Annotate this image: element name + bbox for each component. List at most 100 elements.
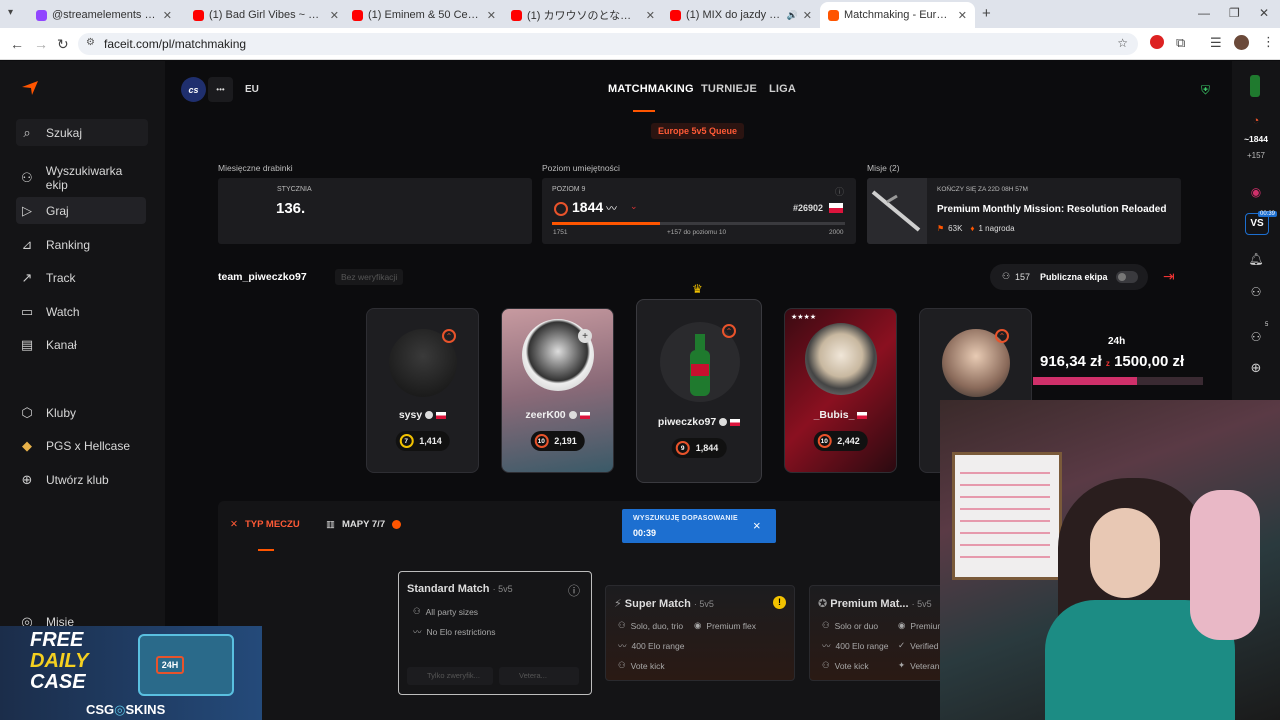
skill-max: 2000 (829, 229, 844, 236)
case-box-image: 24H (138, 634, 234, 696)
tab-matchmaking[interactable]: MATCHMAKING (608, 83, 694, 95)
sidebar-item-track[interactable]: ↗ Track (16, 264, 146, 291)
promo-line: DAILY (30, 650, 89, 672)
tab-tournaments[interactable]: TURNIEJE (701, 83, 757, 95)
info-icon[interactable]: ⓘ (568, 582, 580, 599)
info-icon[interactable]: ⓘ (835, 185, 844, 198)
feed-icon: ▤ (20, 336, 34, 352)
notifications-bell-icon[interactable]: 🔔︎ (1232, 252, 1280, 266)
public-team-toggle[interactable] (1116, 271, 1138, 283)
anti-cheat-shield-icon[interactable]: ⛨ (1201, 83, 1210, 98)
tab-search-icon[interactable]: ▾ (8, 7, 13, 18)
add-friend-icon[interactable]: + (578, 329, 592, 343)
match-feature-text: Vote kick (834, 660, 869, 671)
warning-icon[interactable]: ! (773, 596, 786, 609)
tab-maps[interactable]: ▥ MAPY 7/7 (326, 519, 402, 530)
mission-rewards: ⚑ 63K ♦ 1 nagroda (937, 224, 1015, 233)
sidebar-item-feed[interactable]: ▤ Kanał (16, 331, 146, 358)
match-mode: 5v5 (498, 584, 513, 594)
faceit-logo-icon[interactable] (22, 81, 38, 95)
verification-badge[interactable]: Bez weryfikacji (335, 269, 404, 285)
country-flag-pl (829, 203, 843, 213)
more-games-button[interactable]: ••• (208, 77, 233, 102)
rank-up-icon: ⌃ (995, 329, 1009, 343)
user-avatar[interactable] (1250, 75, 1260, 97)
profile-avatar[interactable] (1234, 35, 1249, 50)
close-icon[interactable]: ✕ (646, 9, 655, 22)
tab-match-type[interactable]: ✕ TYP MECZU (230, 519, 300, 530)
add-icon[interactable]: ⊕ (1232, 360, 1280, 376)
veteran-filter[interactable]: Vetera... (499, 667, 579, 685)
browser-tab[interactable]: (1) MIX do jazdy nocą do 🔊 ✕ (662, 4, 820, 26)
search-placeholder: Szukaj (46, 125, 83, 140)
premium-icon: ◉ (694, 620, 702, 630)
browser-tab-active[interactable]: Matchmaking - Europe 5v5 Que ✕ (820, 2, 975, 28)
site-info-icon[interactable]: ⚙ (86, 37, 95, 48)
reward-icon: ♦ (970, 224, 975, 233)
youtube-icon (352, 9, 363, 21)
leave-team-icon[interactable]: ⇥ (1163, 268, 1175, 285)
sidebar-item-hellcase[interactable]: ◆ PGS x Hellcase (16, 432, 146, 459)
menu-kebab-icon[interactable]: ⋮ (1262, 34, 1275, 50)
bookmark-star-icon[interactable]: ☆ (1117, 36, 1128, 50)
close-icon[interactable]: ✕ (803, 9, 812, 22)
back-icon[interactable]: ← (10, 36, 24, 52)
maps-status-dot (392, 520, 402, 529)
match-title: Super Match (624, 598, 691, 610)
verified-icon: ✓ (898, 640, 906, 650)
close-icon[interactable]: ✕ (330, 9, 339, 22)
skill-level-panel[interactable]: POZIOM 9 ⓘ 1844 〰 ⌄ #26902 1751 +157 do … (542, 178, 856, 244)
chevron-down-icon[interactable]: ⌄ (630, 201, 638, 212)
player-card-self[interactable]: ⌃ piweczko97 9 1,844 (636, 299, 762, 483)
sidebar-item-create-club[interactable]: ⊕ Utwórz klub (16, 466, 146, 493)
search-input[interactable]: ⌕ Szukaj (16, 119, 148, 146)
sidebar-item-team-finder[interactable]: ⚇ Wyszukiwarka ekip (16, 164, 146, 192)
player-card[interactable]: ★★★★ _Bubis_ 10 2,442 (784, 308, 897, 473)
mission-panel[interactable]: KOŃCZY SIĘ ZA 22D 08H 57M Premium Monthl… (867, 178, 1181, 244)
kick-icon: ⚇ (822, 660, 830, 670)
region-selector[interactable]: EU (245, 84, 259, 95)
browser-tab[interactable]: (1) Eminem & 50 Cent - Kill or I ✕ (344, 4, 504, 26)
extension-icon[interactable] (1150, 35, 1164, 49)
player-elo: 1,844 (695, 443, 719, 453)
close-icon[interactable]: ✕ (163, 9, 172, 22)
browser-tab[interactable]: @streamelements mentio ✕ (28, 4, 180, 26)
browser-tab[interactable]: (1) カワウソのとなりで一緒に朝ごは ✕ (503, 4, 663, 26)
forward-icon[interactable]: → (34, 36, 48, 52)
premium-icon: ✪ (818, 598, 828, 610)
premium-match-card[interactable]: ✪ Premium Mat... · 5v5 ⚇ Solo or duo ◉ Pre… (809, 585, 949, 681)
close-window-icon[interactable]: ✕ (1259, 6, 1269, 20)
hub-icon[interactable]: ◉ (1232, 185, 1280, 199)
tab-league[interactable]: LIGA (769, 83, 796, 95)
game-selector[interactable]: cs (181, 77, 206, 102)
team-settings-pill[interactable]: ⚇ 157 Publiczna ekipa (990, 264, 1148, 290)
reload-icon[interactable]: ↻ (57, 36, 69, 53)
sidebar-item-ranking[interactable]: ⊿ Ranking (16, 231, 146, 258)
close-icon[interactable]: ✕ (958, 9, 967, 22)
sidebar-item-label: Watch (46, 304, 80, 319)
sidebar-item-play[interactable]: ▷ Graj (16, 197, 146, 224)
new-tab-button[interactable]: + (982, 5, 991, 22)
standard-match-card[interactable]: Standard Match · 5v5 ⓘ ⚇ All party sizes … (398, 571, 592, 695)
cancel-search-button[interactable]: × (753, 518, 761, 533)
close-icon[interactable]: ✕ (487, 9, 496, 22)
rank-up-icon: ⌃ (722, 324, 736, 338)
reading-list-icon[interactable]: ☰ (1210, 35, 1222, 51)
maximize-icon[interactable]: ❐ (1229, 6, 1240, 20)
url-input[interactable]: ⚙ faceit.com/pl/matchmaking ☆ (78, 33, 1138, 55)
verified-only-filter[interactable]: Tylko zweryfik... (407, 667, 493, 685)
player-card[interactable]: + zeerK00 10 2,191 (501, 308, 614, 473)
match-feature: ⚇ Solo, duo, trio (618, 620, 683, 631)
match-feature: 〰 No Elo restrictions (413, 626, 495, 638)
verified-icon (719, 418, 728, 427)
extensions-puzzle-icon[interactable]: ⧉ (1176, 35, 1185, 51)
super-match-card[interactable]: ⚡ Super Match · 5v5 ! ⚇ Solo, duo, trio ◉… (605, 585, 795, 681)
party-icon[interactable]: ⚇ (1232, 330, 1280, 344)
friends-icon[interactable]: ⚇ (1232, 285, 1280, 299)
player-card[interactable]: ⌃ sysy 7 1,414 (366, 308, 479, 473)
sidebar-item-watch[interactable]: ▭ Watch (16, 298, 146, 325)
browser-tab[interactable]: (1) Bad Girl Vibes ~ 2000s badd ✕ (185, 4, 347, 26)
minimize-icon[interactable]: — (1198, 6, 1210, 20)
sidebar-item-clubs[interactable]: ⬡ Kluby (16, 399, 146, 426)
monthly-ladder-panel[interactable]: STYCZNIA 136. (218, 178, 532, 244)
